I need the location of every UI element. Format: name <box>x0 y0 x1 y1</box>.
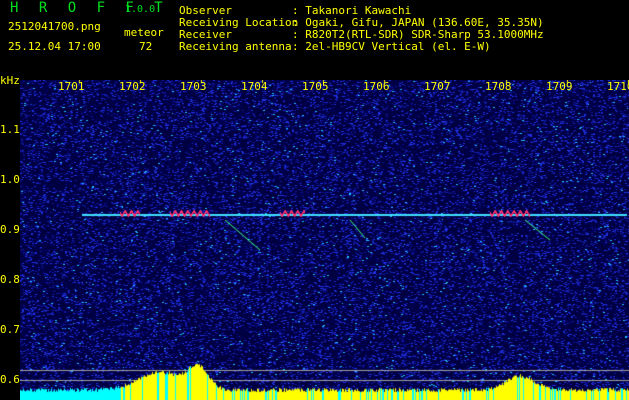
filename: 2512041700.png <box>8 20 101 33</box>
y-axis-unit: kHz <box>0 74 20 87</box>
x-tick-label: 1710 <box>607 80 629 93</box>
y-tick-label: 1.0 <box>0 173 20 186</box>
x-tick-label: 1702 <box>119 80 146 93</box>
y-tick-label: 0.6 <box>0 373 20 386</box>
meteor-count: 72 <box>139 40 153 53</box>
y-tick-label: 1.1 <box>0 123 20 136</box>
y-tick-label: 0.9 <box>0 223 20 236</box>
x-tick-label: 1709 <box>546 80 573 93</box>
y-tick-label: 0.7 <box>0 323 20 336</box>
datetime: 25.12.04 17:00 <box>8 40 101 53</box>
x-tick-label: 1708 <box>485 80 512 93</box>
x-tick-label: 1705 <box>302 80 329 93</box>
x-tick-label: 1706 <box>363 80 390 93</box>
x-tick-label: 1701 <box>58 80 85 93</box>
x-tick-label: 1703 <box>180 80 207 93</box>
info-value: : 2el-HB9CV Vertical (el. E-W) <box>292 40 491 53</box>
x-tick-label: 1707 <box>424 80 451 93</box>
meteor-label: meteor <box>124 26 164 39</box>
spectrogram-waterfall <box>20 80 629 400</box>
y-tick-label: 0.8 <box>0 273 20 286</box>
app-version: 1.0.0 <box>125 4 156 15</box>
x-tick-label: 1704 <box>241 80 268 93</box>
info-label: Receiving antenna <box>179 40 292 53</box>
